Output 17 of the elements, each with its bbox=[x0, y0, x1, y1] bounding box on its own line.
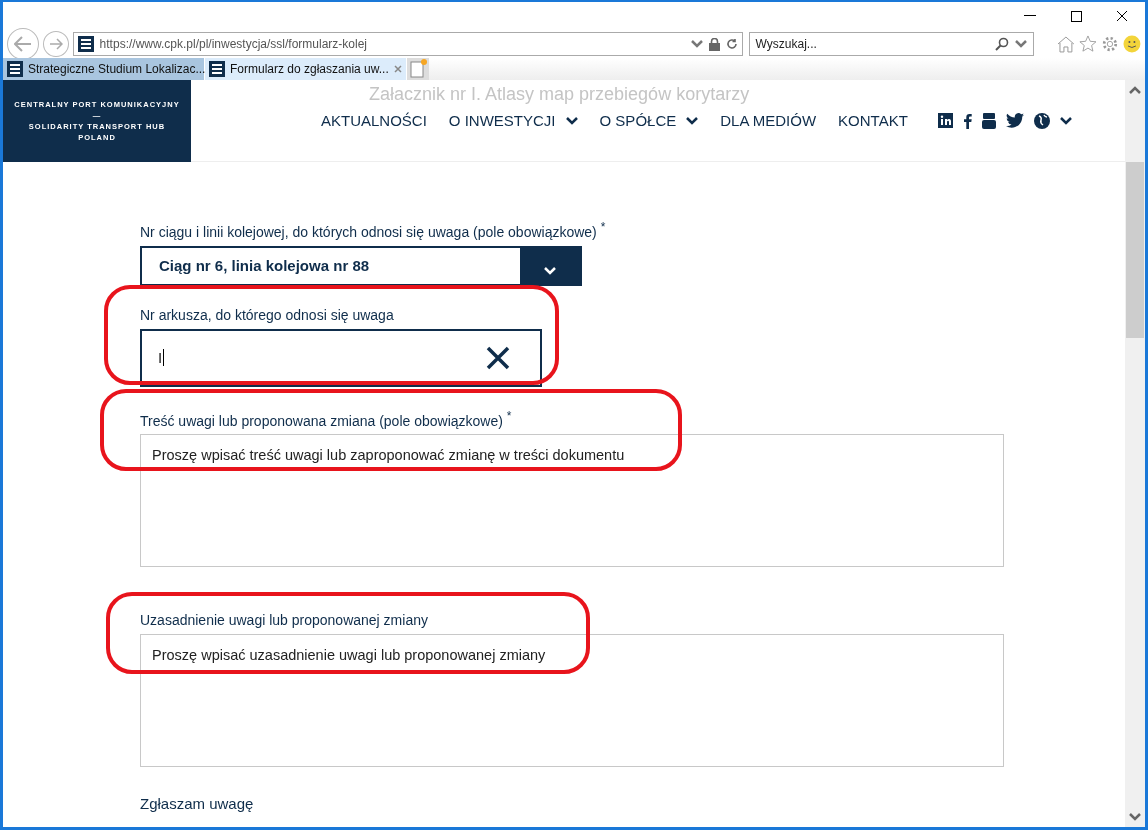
nav-link[interactable]: KONTAKT bbox=[838, 112, 908, 129]
field-label: Nr arkusza, do którego odnosi się uwaga bbox=[140, 306, 395, 323]
input-field[interactable]: I bbox=[140, 328, 542, 387]
field-label: Nr ciągu i linii kolejowej, do których odnosi się uwaga (pole obowiązkowe) $^{*}$ bbox=[140, 220, 607, 240]
nav-link[interactable]: AKTUALNOŚCI bbox=[321, 112, 427, 129]
select-field[interactable]: Ciąg nr 6, linia kolejowa nr 88 bbox=[140, 245, 582, 286]
section-label: Zgłaszam uwagę bbox=[140, 795, 255, 813]
nav-link[interactable]: O INWESTYCJI bbox=[448, 112, 578, 129]
faded-title: Załacznik nr I. Atlasy map przebiegów korytarzy bbox=[369, 84, 750, 104]
browser-tab[interactable]: Formularz do zgłaszania uw... bbox=[205, 58, 407, 80]
text-area[interactable]: Proszę wpisać treść uwagi lub zaproponować zmianę w treści dokumentu bbox=[140, 434, 1004, 568]
nav-link[interactable]: O SPÓŁCE bbox=[599, 112, 699, 129]
browser-tab[interactable]: Strategiczne Studium Lokalizac... bbox=[3, 58, 205, 80]
text-area[interactable]: Proszę wpisać uzasadnienie uwagi lub proponowanej zmiany bbox=[140, 634, 1004, 768]
field-label: Uzasadnienie uwagi lub proponowanej zmiany bbox=[140, 612, 429, 629]
field-label: Treść uwagi lub proponowana zmiana (pole obowiązkowe) $^{*}$ bbox=[140, 408, 513, 429]
nav-link[interactable]: DLA MEDIÓW bbox=[720, 112, 817, 129]
